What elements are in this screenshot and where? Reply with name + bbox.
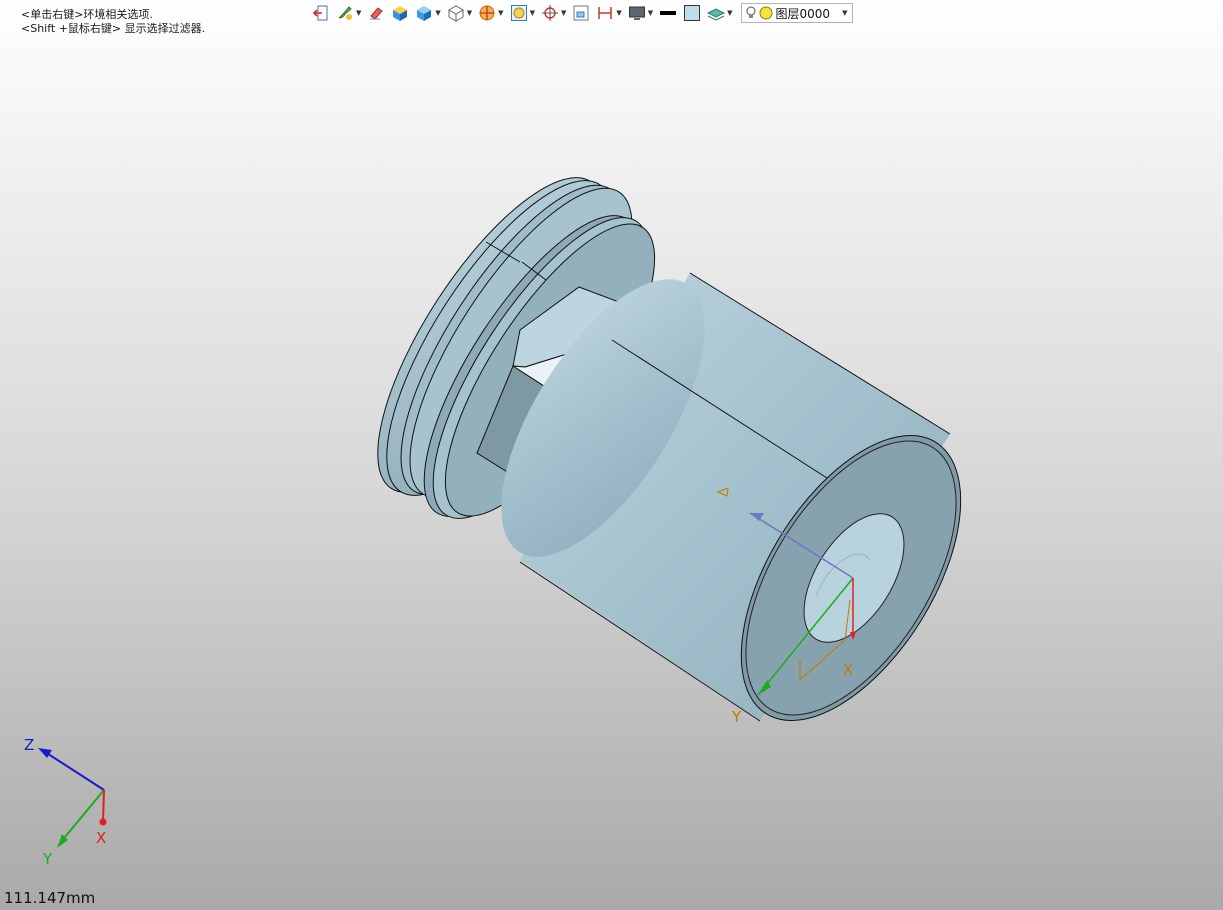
part-axis-y-label: Y [731,708,742,726]
triad-y-label: Y [42,850,53,868]
part-axis-x-label: X [843,661,853,679]
3d-viewport[interactable]: X Y Z Y X [0,0,1223,910]
triad-z-label: Z [24,736,34,754]
triad-x-label: X [96,829,106,847]
cad-part[interactable]: X Y [338,147,1006,757]
scale-readout: 111.147mm [4,889,96,907]
view-triad: Z Y X [24,736,107,868]
